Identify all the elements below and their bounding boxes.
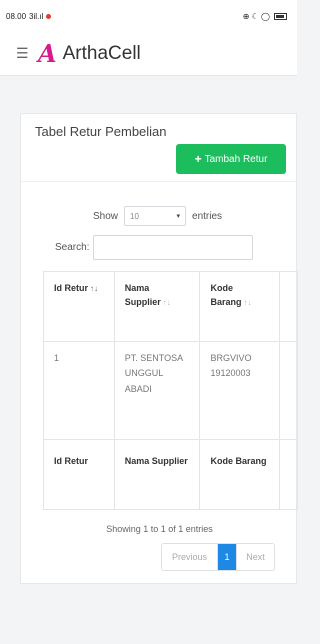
brand-name: ArthaCell: [62, 42, 141, 64]
page-1-button[interactable]: 1: [218, 544, 236, 570]
table-row[interactable]: 1 PT. SENTOSA UNGGUL ABADI BRGVIVO 19120…: [43, 341, 298, 440]
battery-icon: [274, 12, 287, 20]
show-label: Show: [93, 210, 119, 222]
brand-logo-icon: A: [38, 38, 57, 68]
sort-icon: ↑↓: [162, 298, 171, 308]
next-page-button[interactable]: Next: [236, 544, 274, 570]
notification-dot-icon: [46, 13, 52, 19]
cell-overflow: [279, 341, 298, 440]
pagination: Previous 1 Next: [161, 543, 275, 571]
signal-indicator: 3il.ıl: [29, 11, 44, 21]
footer-overflow: [279, 439, 298, 510]
search-control: Search:: [55, 235, 254, 260]
status-bar: 08.00 3il.ıl ⊕ ☾ ◯: [0, 0, 297, 32]
card-header: Tabel Retur Pembelian + Tambah Retur: [21, 114, 296, 182]
table-header-row: Id Retur ↑↓ Nama Supplier ↑↓ Kode Barang ↑↓: [43, 271, 298, 342]
app-bar: ☰ A ArthaCell: [0, 32, 297, 76]
column-header-label: Id Retur: [54, 283, 89, 293]
length-control: Show 10 ▾ entries: [93, 206, 222, 226]
status-icons: ⊕ ☾ ◯: [242, 11, 270, 21]
chevron-down-icon: ▾: [176, 213, 181, 220]
footer-id-retur: Id Retur: [43, 439, 115, 510]
sort-icon: ↑↓: [90, 284, 99, 293]
column-header-label: Nama Supplier: [124, 283, 161, 308]
page-title: Tabel Retur Pembelian: [35, 124, 167, 139]
column-header-nama-supplier[interactable]: Nama Supplier ↑↓: [113, 271, 201, 342]
sort-icon: ↑↓: [243, 298, 252, 308]
table-info: Showing 1 to 1 of 1 entries: [106, 524, 213, 534]
cell-nama-supplier: PT. SENTOSA UNGGUL ABADI: [113, 341, 201, 440]
previous-page-button[interactable]: Previous: [162, 544, 218, 570]
footer-nama-supplier: Nama Supplier: [113, 439, 201, 510]
add-retur-label: Tambah Retur: [204, 153, 268, 165]
plus-icon: +: [194, 152, 202, 166]
hamburger-icon[interactable]: ☰: [16, 45, 38, 62]
status-time: 08.00: [6, 11, 27, 21]
search-input[interactable]: [93, 235, 254, 260]
retur-table: Id Retur ↑↓ Nama Supplier ↑↓ Kode Barang ↑↓…: [43, 271, 298, 510]
brand[interactable]: A ArthaCell: [38, 38, 141, 68]
column-header-kode-barang[interactable]: Kode Barang ↑↓: [199, 271, 281, 342]
retur-card: Tabel Retur Pembelian + Tambah Retur Sho…: [20, 113, 298, 584]
column-header-id-retur[interactable]: Id Retur ↑↓: [43, 271, 115, 342]
cell-kode-barang: BRGVIVO 19120003: [199, 341, 281, 440]
entries-select[interactable]: 10 ▾: [124, 206, 187, 226]
column-header-overflow: [279, 271, 298, 342]
add-retur-button[interactable]: + Tambah Retur: [176, 144, 286, 174]
footer-kode-barang: Kode Barang: [199, 439, 281, 510]
status-right: ⊕ ☾ ◯: [243, 12, 287, 21]
entries-select-value: 10: [130, 211, 139, 221]
cell-id-retur: 1: [43, 341, 115, 440]
table-footer-row: Id Retur Nama Supplier Kode Barang: [43, 439, 298, 510]
column-header-label: Kode Barang: [210, 283, 242, 308]
entries-label: entries: [192, 210, 223, 222]
status-left: 08.00 3il.ıl: [6, 11, 52, 21]
search-label: Search:: [55, 242, 90, 253]
